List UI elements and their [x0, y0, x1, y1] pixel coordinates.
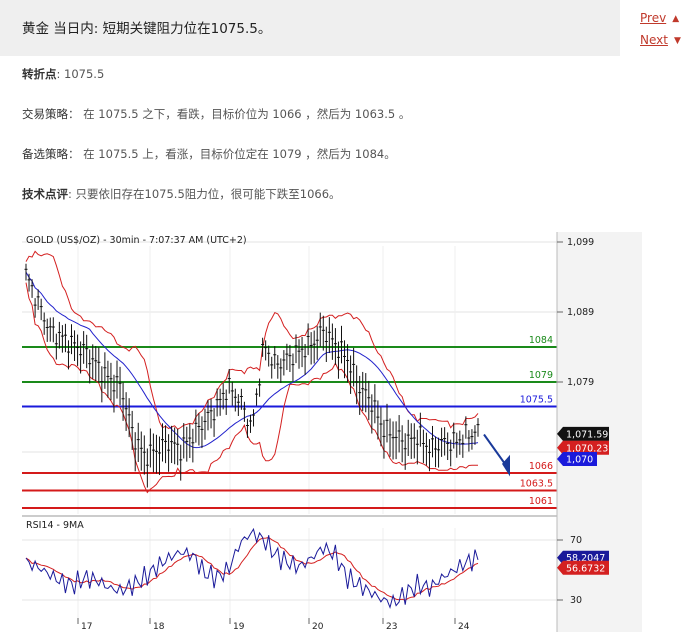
alt-strategy-line: 备选策略： 在 1075.5 上，看涨，目标价位定在 1079 ，然后为 108…: [22, 146, 396, 162]
prev-label[interactable]: Prev: [640, 11, 666, 25]
date-label: 24: [458, 622, 470, 632]
next-label[interactable]: Next: [640, 33, 668, 47]
price-chart: 1084 1079 1075.5 1066 1063.5 1061 GOLD (US$/O…: [22, 232, 642, 632]
price-tag-current: 1,071.59: [566, 429, 608, 440]
pivot-line: 转折点: 1075.5: [22, 66, 104, 82]
level-label-1061: 1061: [529, 496, 553, 507]
triangle-down-icon: ▼: [673, 36, 681, 46]
level-label-1084: 1084: [529, 335, 553, 346]
rsi-title: RSI14 - 9MA: [26, 520, 84, 531]
rsi-axis-label: 70: [570, 535, 582, 546]
price-axis-label: 1,089: [567, 307, 594, 318]
page-title: 黄金 当日内: 短期关键阻力位在1075.5。: [22, 21, 272, 37]
date-label: 18: [153, 622, 165, 632]
strategy-text: ： 在 1075.5 之下，看跌，目标价位为 1066 ，然后为 1063.5 …: [68, 107, 411, 121]
triangle-up-icon: ▲: [672, 14, 680, 24]
prev-link[interactable]: Prev ▲: [640, 11, 679, 25]
alt-strategy-label: 备选策略: [22, 147, 68, 161]
pivot-value: : 1075.5: [56, 67, 105, 81]
comment-label: 技术点评: [22, 187, 68, 201]
date-label: 23: [386, 622, 397, 632]
level-label-1063.5: 1063.5: [520, 479, 553, 490]
date-label: 17: [81, 622, 92, 632]
rsi-tag-red: 56.6732: [566, 563, 605, 574]
comment-line: 技术点评: 只要依旧存在1075.5阻力位，很可能下跌至1066。: [22, 186, 341, 202]
date-label: 19: [233, 622, 245, 632]
next-link[interactable]: Next ▼: [640, 33, 681, 47]
price-axis-label: 1,079: [567, 377, 594, 388]
strategy-label: 交易策略: [22, 107, 68, 121]
comment-text: : 只要依旧存在1075.5阻力位，很可能下跌至1066。: [68, 187, 341, 201]
page-header: 黄金 当日内: 短期关键阻力位在1075.5。: [0, 0, 620, 56]
strategy-line: 交易策略： 在 1075.5 之下，看跌，目标价位为 1066 ，然后为 106…: [22, 106, 410, 122]
rsi-axis-label: 30: [570, 595, 582, 606]
date-label: 20: [312, 622, 324, 632]
price-axis-label: 1,099: [567, 237, 594, 248]
price-tag-blue: 1,070: [566, 455, 593, 466]
pivot-label: 转折点: [22, 67, 57, 81]
level-label-1066: 1066: [529, 461, 553, 472]
chart-svg: 1084 1079 1075.5 1066 1063.5 1061 GOLD (US$/O…: [22, 232, 642, 632]
alt-strategy-text: ： 在 1075.5 上，看涨，目标价位定在 1079 ，然后为 1084。: [68, 147, 396, 161]
level-label-1075.5: 1075.5: [520, 395, 553, 406]
level-label-1079: 1079: [529, 370, 553, 381]
chart-title: GOLD (US$/OZ) - 30min - 7:07:37 AM (UTC+…: [26, 235, 247, 246]
